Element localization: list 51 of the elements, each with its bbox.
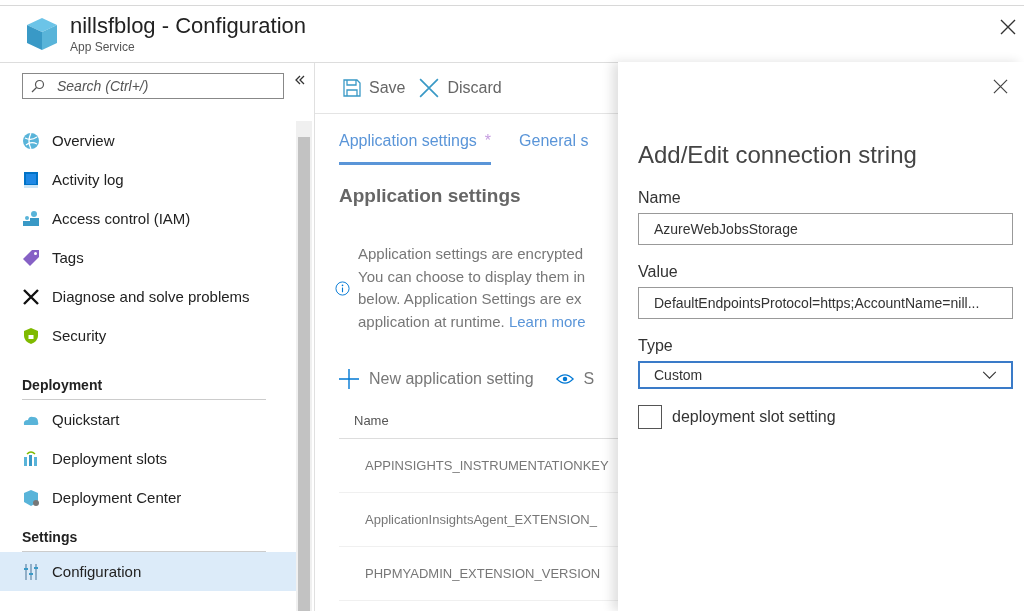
show-values-button[interactable]: S xyxy=(555,369,595,389)
sliders-icon xyxy=(22,562,40,581)
table-cell: ApplicationInsightsAgent_EXTENSION_ xyxy=(365,512,597,527)
book-icon xyxy=(22,170,40,189)
table-cell: PHPMYADMIN_EXTENSION_VERSION xyxy=(365,566,601,581)
nav-item[interactable]: Security xyxy=(0,316,296,355)
eye-icon xyxy=(555,373,574,385)
nav-section-heading: Deployment xyxy=(22,365,266,400)
nav-item[interactable]: Overview xyxy=(0,121,296,160)
nav-item[interactable]: Quickstart xyxy=(0,400,296,439)
panel-title: Add/Edit connection string xyxy=(638,141,918,169)
field-label: Name xyxy=(638,189,682,207)
nav-item[interactable]: Configuration xyxy=(0,552,296,591)
new-setting-button[interactable]: New application setting xyxy=(339,369,534,389)
nav-item[interactable]: Deployment slots xyxy=(0,439,296,478)
cube-icon xyxy=(22,488,40,507)
nav-item[interactable]: Access control (IAM) xyxy=(0,199,296,238)
checkbox-label: deployment slot setting xyxy=(672,408,836,426)
wrench-screwdriver-icon xyxy=(22,287,40,306)
cube-logo-icon xyxy=(24,16,60,52)
tag-icon xyxy=(22,248,40,267)
input-field[interactable]: DefaultEndpointsProtocol=https;AccountName=nill... xyxy=(638,287,1013,319)
column-header: Name xyxy=(354,413,389,428)
double-chevron-icon xyxy=(294,75,306,85)
table-cell: APPINSIGHTS_INSTRUMENTATIONKEY xyxy=(365,458,609,473)
close-icon xyxy=(419,78,440,98)
save-button[interactable]: Save xyxy=(343,79,406,97)
plus-icon xyxy=(339,369,359,389)
search-field[interactable]: Search (Ctrl+/) xyxy=(22,73,284,99)
section-title: Application settings xyxy=(339,185,522,207)
slots-icon xyxy=(22,449,40,468)
dropdown[interactable]: Custom xyxy=(638,361,1013,389)
shield-lock-icon xyxy=(22,326,40,345)
blade-subtitle: App Service xyxy=(70,40,136,54)
globe-icon xyxy=(22,131,40,150)
info-icon xyxy=(335,280,350,296)
info-text: Application settings are encrypted You can choose to display them in below. Application Settings are ex application at runtime. Learn more xyxy=(358,244,586,332)
nav-item[interactable]: Activity log xyxy=(0,160,296,199)
chevron-down-icon xyxy=(982,370,997,380)
people-icon xyxy=(22,209,40,228)
nav-item[interactable]: Deployment Center xyxy=(0,478,296,517)
checkbox[interactable] xyxy=(638,405,662,429)
nav-item[interactable]: Diagnose and solve problems xyxy=(0,277,296,316)
save-icon xyxy=(343,79,361,97)
input-field[interactable]: AzureWebJobsStorage xyxy=(638,213,1013,245)
blade-title: nillsfblog - Configuration xyxy=(70,13,307,39)
discard-button[interactable]: Discard xyxy=(419,78,502,98)
field-label: Value xyxy=(638,263,679,281)
scrollbar[interactable] xyxy=(296,121,312,611)
nav-item[interactable]: Tags xyxy=(0,238,296,277)
field-label: Type xyxy=(638,337,674,355)
